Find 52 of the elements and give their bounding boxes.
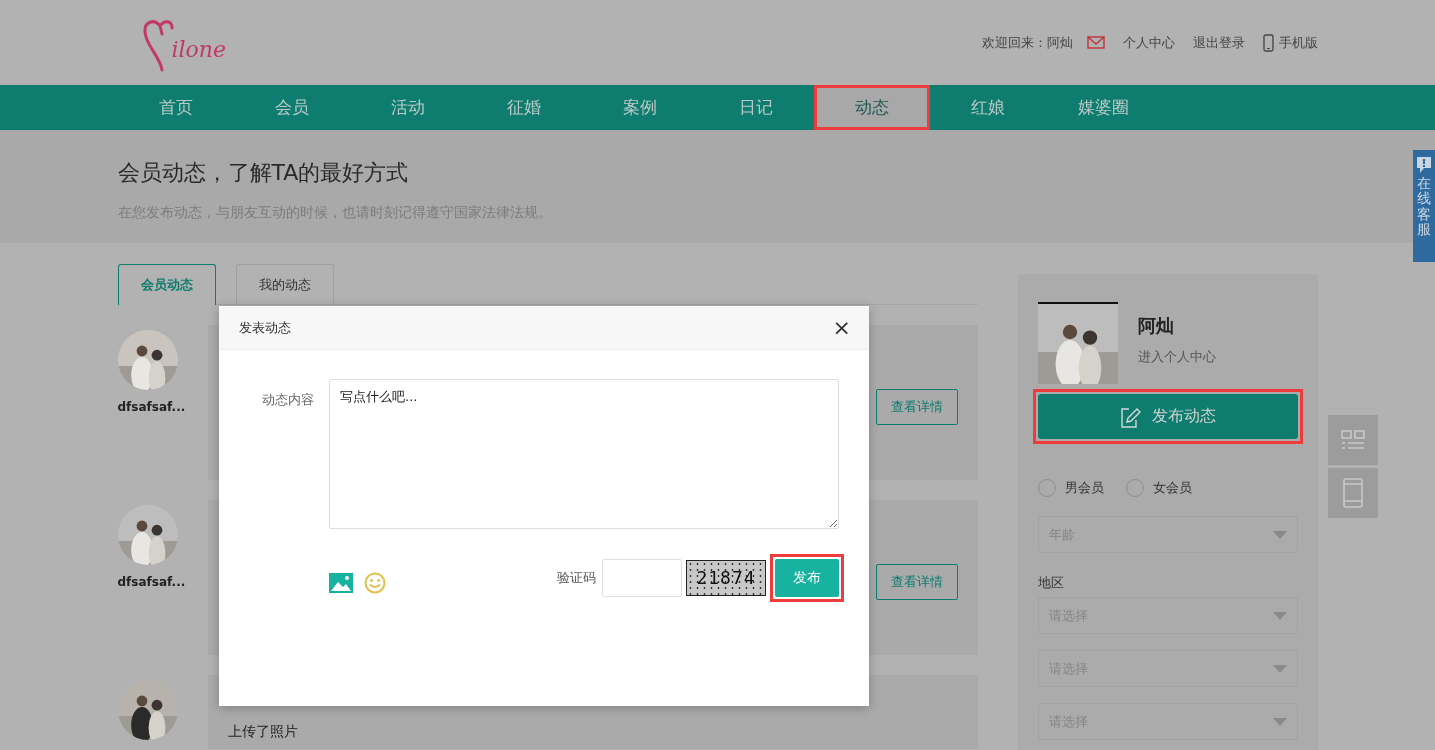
qr-button[interactable] [1328,415,1378,465]
user-name[interactable]: dfsafsaf... [117,400,186,414]
nav-item[interactable]: 会员 [233,85,350,130]
submit-button[interactable]: 发布 [775,559,839,597]
nav-item[interactable]: 活动 [349,85,466,130]
tab[interactable]: 会员动态 [117,264,216,305]
smiley-icon[interactable] [364,572,386,594]
captcha-image[interactable]: 21874 [686,560,766,596]
header-link[interactable]: 手机版 [1262,33,1318,52]
nav-item[interactable]: 媒婆圈 [1045,85,1162,130]
service-text: 在线客服 [1417,176,1431,238]
radio-label: 男会员 [1064,479,1104,497]
profile-name: 阿灿 [1137,314,1175,338]
radio-label: 女会员 [1152,479,1192,497]
publish-button[interactable]: 发布动态 [1037,394,1298,439]
phone-icon [1343,478,1363,508]
tab[interactable]: 我的动态 [235,264,334,305]
captcha-label: 验证码 [557,569,596,587]
close-button[interactable]: × [828,316,855,339]
nav-item[interactable]: 动态 [813,85,930,130]
field-label: 地区 [1037,574,1065,592]
page-title: 会员动态，了解TA的最好方式 [117,159,410,187]
post-text: 上传了照片 [227,723,299,741]
profile-link[interactable]: 进入个人中心 [1137,348,1216,366]
service-tab[interactable]: 在线客服 [1413,150,1435,262]
content-field[interactable]: 写点什么吧... [329,379,839,529]
nav-item[interactable]: 案例 [581,85,698,130]
captcha-field[interactable] [602,559,682,597]
nav-item[interactable]: 日记 [697,85,814,130]
phone-icon [1262,33,1274,52]
caret-icon [1272,664,1287,673]
chat-icon [1415,156,1433,174]
nav-item[interactable]: 征婚 [465,85,582,130]
details-button[interactable]: 查看详情 [875,389,958,425]
details-button[interactable]: 查看详情 [875,564,958,600]
caret-icon [1272,717,1287,726]
dialog-title: 发表动态 [239,318,291,337]
caret-icon [1272,611,1287,620]
layout-icon [1341,430,1365,450]
logo-text[interactable]: ilone [171,36,226,62]
header-link[interactable]: 个人中心 [1122,33,1175,52]
welcome-text: 欢迎回来：阿灿 [981,33,1073,52]
nav-item[interactable]: 首页 [117,85,234,130]
field-label: 动态内容 [261,391,314,409]
header-link[interactable]: 退出登录 [1192,33,1245,52]
nav-item[interactable]: 红娘 [929,85,1046,130]
mail-icon [1086,36,1105,49]
mobile-button[interactable] [1328,468,1378,518]
caret-icon [1272,530,1287,539]
user-name[interactable]: dfsafsaf... [117,575,186,589]
edit-icon [1119,405,1142,428]
image-icon[interactable] [329,573,353,593]
